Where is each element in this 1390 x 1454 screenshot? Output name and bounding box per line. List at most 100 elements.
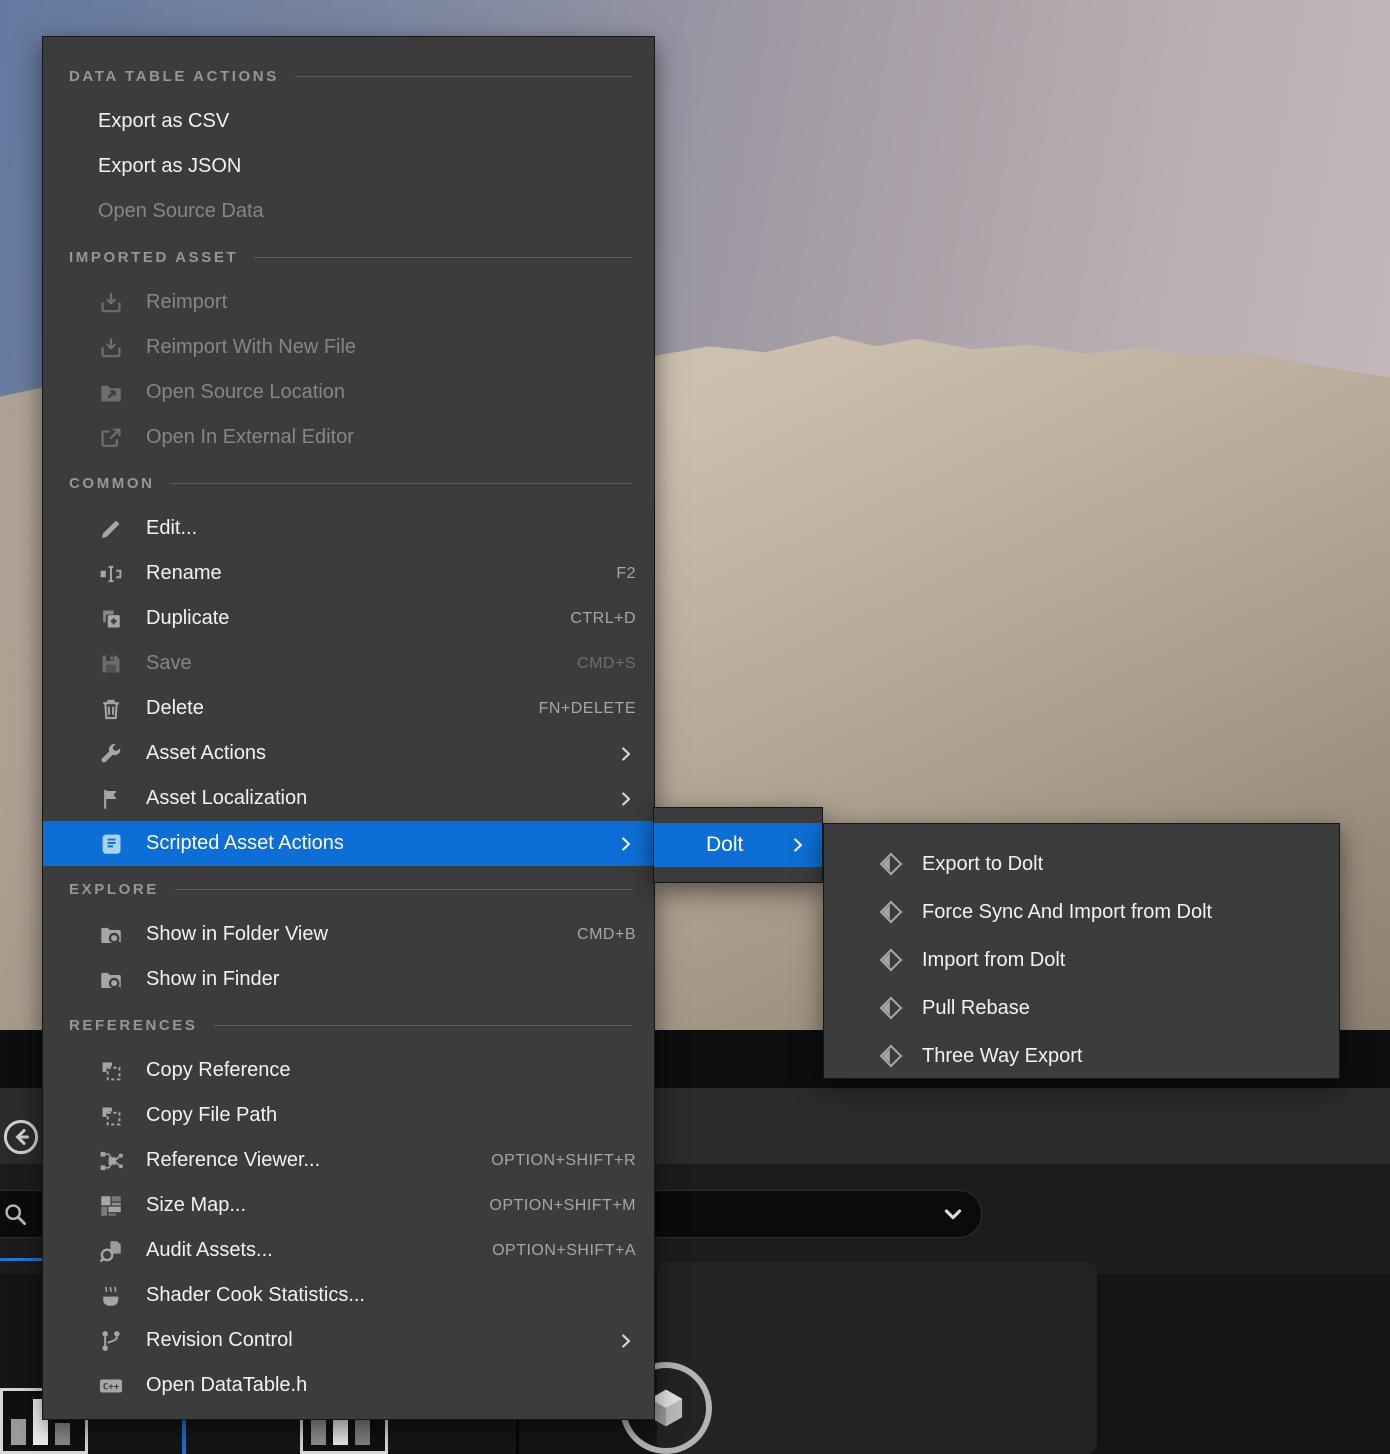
search-icon xyxy=(3,1202,27,1226)
size-map-icon xyxy=(98,1193,128,1219)
menu-item-scripted-asset-actions[interactable]: Scripted Asset Actions xyxy=(43,821,654,866)
menu-item-export-as-csv[interactable]: Export as CSV xyxy=(43,99,654,144)
menu-item-label: Audit Assets... xyxy=(146,1239,273,1262)
ref-graph-icon xyxy=(98,1148,128,1174)
menu-item-export-to-dolt[interactable]: Export to Dolt xyxy=(824,840,1339,888)
back-arrow-icon[interactable] xyxy=(2,1118,40,1156)
menu-item-import-from-dolt[interactable]: Import from Dolt xyxy=(824,936,1339,984)
menu-item-label: Reimport xyxy=(146,291,227,314)
section-label: DATA TABLE ACTIONS xyxy=(69,68,279,85)
menu-section-header-imported-asset: IMPORTED ASSET xyxy=(43,234,654,280)
menu-section-header-data-table-actions: DATA TABLE ACTIONS xyxy=(43,53,654,99)
menu-item-three-way-export[interactable]: Three Way Export xyxy=(824,1032,1339,1080)
menu-item-rename[interactable]: RenameF2 xyxy=(43,551,654,596)
menu-section-header-explore: EXPLORE xyxy=(43,866,654,912)
menu-item-copy-file-path[interactable]: Copy File Path xyxy=(43,1093,654,1138)
dolt-icon xyxy=(878,899,908,925)
menu-item-label: Duplicate xyxy=(146,607,229,630)
open-external-icon xyxy=(98,425,128,451)
save-icon xyxy=(98,651,128,677)
menu-item-label: Open Source Location xyxy=(146,381,345,404)
menu-item-delete[interactable]: DeleteFN+DELETE xyxy=(43,686,654,731)
menu-item-label: Dolt xyxy=(706,833,743,857)
reimport-icon xyxy=(98,290,128,316)
menu-item-show-in-folder-view[interactable]: Show in Folder View CMD+B xyxy=(43,912,654,957)
section-label: IMPORTED ASSET xyxy=(69,249,238,266)
menu-item-label: Size Map... xyxy=(146,1194,246,1217)
menu-item-revision-control[interactable]: Revision Control xyxy=(43,1318,654,1363)
section-label: EXPLORE xyxy=(69,881,159,898)
shortcut-label: OPTION+SHIFT+R xyxy=(491,1152,636,1170)
menu-item-label: Pull Rebase xyxy=(922,997,1030,1020)
menu-item-label: Reimport With New File xyxy=(146,336,356,359)
menu-item-label: Rename xyxy=(146,562,222,585)
shortcut-label: OPTION+SHIFT+M xyxy=(489,1197,636,1215)
menu-item-force-sync-and-import-from-dolt[interactable]: Force Sync And Import from Dolt xyxy=(824,888,1339,936)
dolt-icon xyxy=(878,995,908,1021)
unreal-editor-screen: S DATA TABLE ACTIONSExpor xyxy=(0,0,1390,1454)
menu-item-label: Three Way Export xyxy=(922,1045,1082,1068)
menu-item-label: Edit... xyxy=(146,517,197,540)
menu-item-open-source-location: Open Source Location xyxy=(43,370,654,415)
menu-item-label: Force Sync And Import from Dolt xyxy=(922,901,1212,924)
menu-item-pull-rebase[interactable]: Pull Rebase xyxy=(824,984,1339,1032)
asset-tile[interactable] xyxy=(657,1262,1097,1454)
chevron-down-icon[interactable] xyxy=(941,1202,965,1226)
section-divider xyxy=(171,483,632,484)
menu-item-label: Show in Folder View xyxy=(146,923,328,946)
menu-item-copy-reference[interactable]: Copy Reference xyxy=(43,1048,654,1093)
svg-text:C++: C++ xyxy=(103,1382,120,1392)
chevron-right-icon xyxy=(616,834,636,854)
menu-item-asset-actions[interactable]: Asset Actions xyxy=(43,731,654,776)
menu-item-dolt[interactable]: Dolt xyxy=(654,823,822,867)
section-divider xyxy=(214,1025,632,1026)
menu-item-label: Save xyxy=(146,652,192,675)
chevron-right-icon xyxy=(616,789,636,809)
menu-item-label: Scripted Asset Actions xyxy=(146,832,344,855)
dolt-icon xyxy=(878,1043,908,1069)
delete-icon xyxy=(98,696,128,722)
menu-item-label: Open In External Editor xyxy=(146,426,354,449)
menu-item-export-as-json[interactable]: Export as JSON xyxy=(43,144,654,189)
menu-item-reimport: Reimport xyxy=(43,280,654,325)
branch-icon xyxy=(98,1328,128,1354)
menu-item-label: Show in Finder xyxy=(146,968,279,991)
menu-item-label: Reference Viewer... xyxy=(146,1149,320,1172)
cup-icon xyxy=(98,1283,128,1309)
menu-item-audit-assets[interactable]: Audit Assets... OPTION+SHIFT+A xyxy=(43,1228,654,1273)
menu-item-reference-viewer[interactable]: Reference Viewer... OPTION+SHIFT+R xyxy=(43,1138,654,1183)
menu-item-label: Copy File Path xyxy=(146,1104,277,1127)
menu-item-show-in-finder[interactable]: Show in Finder xyxy=(43,957,654,1002)
section-divider xyxy=(175,889,632,890)
bar-chart-icon xyxy=(11,1419,26,1445)
menu-item-edit[interactable]: Edit... xyxy=(43,506,654,551)
copy-icon xyxy=(98,1058,128,1084)
section-divider xyxy=(254,257,632,258)
open-location-icon xyxy=(98,380,128,406)
menu-item-open-datatableh[interactable]: C++Open DataTable.h xyxy=(43,1363,654,1408)
shortcut-label: CMD+B xyxy=(577,926,636,944)
cpp-icon: C++ xyxy=(98,1373,128,1399)
menu-item-label: Copy Reference xyxy=(146,1059,291,1082)
edit-icon xyxy=(98,516,128,542)
menu-item-save: SaveCMD+S xyxy=(43,641,654,686)
menu-item-open-source-data: Open Source Data xyxy=(43,189,654,234)
menu-item-asset-localization[interactable]: Asset Localization xyxy=(43,776,654,821)
context-menu: DATA TABLE ACTIONS Export as CSVExport as… xyxy=(42,36,655,1420)
shortcut-label: OPTION+SHIFT+A xyxy=(492,1242,636,1260)
menu-section-header-common: COMMON xyxy=(43,460,654,506)
menu-item-size-map[interactable]: Size Map... OPTION+SHIFT+M xyxy=(43,1183,654,1228)
reimport-icon xyxy=(98,335,128,361)
menu-item-label: Shader Cook Statistics... xyxy=(146,1284,365,1307)
menu-item-label: Import from Dolt xyxy=(922,949,1065,972)
rename-icon xyxy=(98,561,128,587)
wrench-icon xyxy=(98,741,128,767)
menu-item-label: Asset Actions xyxy=(146,742,266,765)
chevron-right-icon xyxy=(616,1331,636,1351)
audit-icon xyxy=(98,1238,128,1264)
menu-item-shader-cook-statistics[interactable]: Shader Cook Statistics... xyxy=(43,1273,654,1318)
folder-search-icon xyxy=(98,922,128,948)
copy-icon xyxy=(98,1103,128,1129)
section-label: REFERENCES xyxy=(69,1017,198,1034)
menu-item-duplicate[interactable]: DuplicateCTRL+D xyxy=(43,596,654,641)
